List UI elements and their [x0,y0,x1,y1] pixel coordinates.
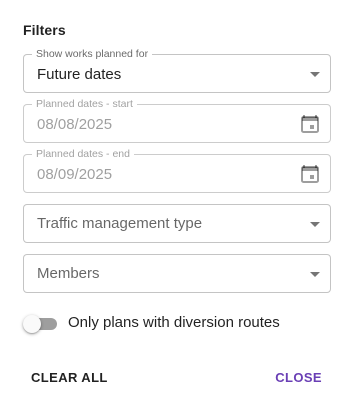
chevron-down-icon [310,272,320,277]
clear-all-button[interactable]: CLEAR ALL [23,363,116,391]
members-placeholder: Members [37,265,100,282]
start-date-field[interactable]: Planned dates - start 08/08/2025 [23,98,331,143]
diversion-toggle[interactable] [23,315,57,333]
show-works-label: Show works planned for [32,48,153,60]
calendar-icon[interactable] [301,164,319,184]
start-date-label: Planned dates - start [32,98,137,110]
calendar-icon[interactable] [301,114,319,134]
filters-title: Filters [23,22,66,38]
start-date-value: 08/08/2025 [37,116,113,133]
end-date-value: 08/09/2025 [37,166,113,183]
filters-panel: Filters Show works planned for Future da… [0,0,350,414]
show-works-value: Future dates [37,66,122,83]
chevron-down-icon [310,222,320,227]
show-works-select[interactable]: Show works planned for Future dates [23,48,331,93]
members-select[interactable]: Members [23,254,331,293]
traffic-type-select[interactable]: Traffic management type [23,204,331,243]
close-button[interactable]: CLOSE [267,363,330,391]
end-date-label: Planned dates - end [32,148,134,160]
chevron-down-icon [310,72,320,77]
end-date-field[interactable]: Planned dates - end 08/09/2025 [23,148,331,193]
diversion-toggle-label[interactable]: Only plans with diversion routes [68,314,280,332]
traffic-type-placeholder: Traffic management type [37,215,203,232]
toggle-thumb [23,315,41,333]
